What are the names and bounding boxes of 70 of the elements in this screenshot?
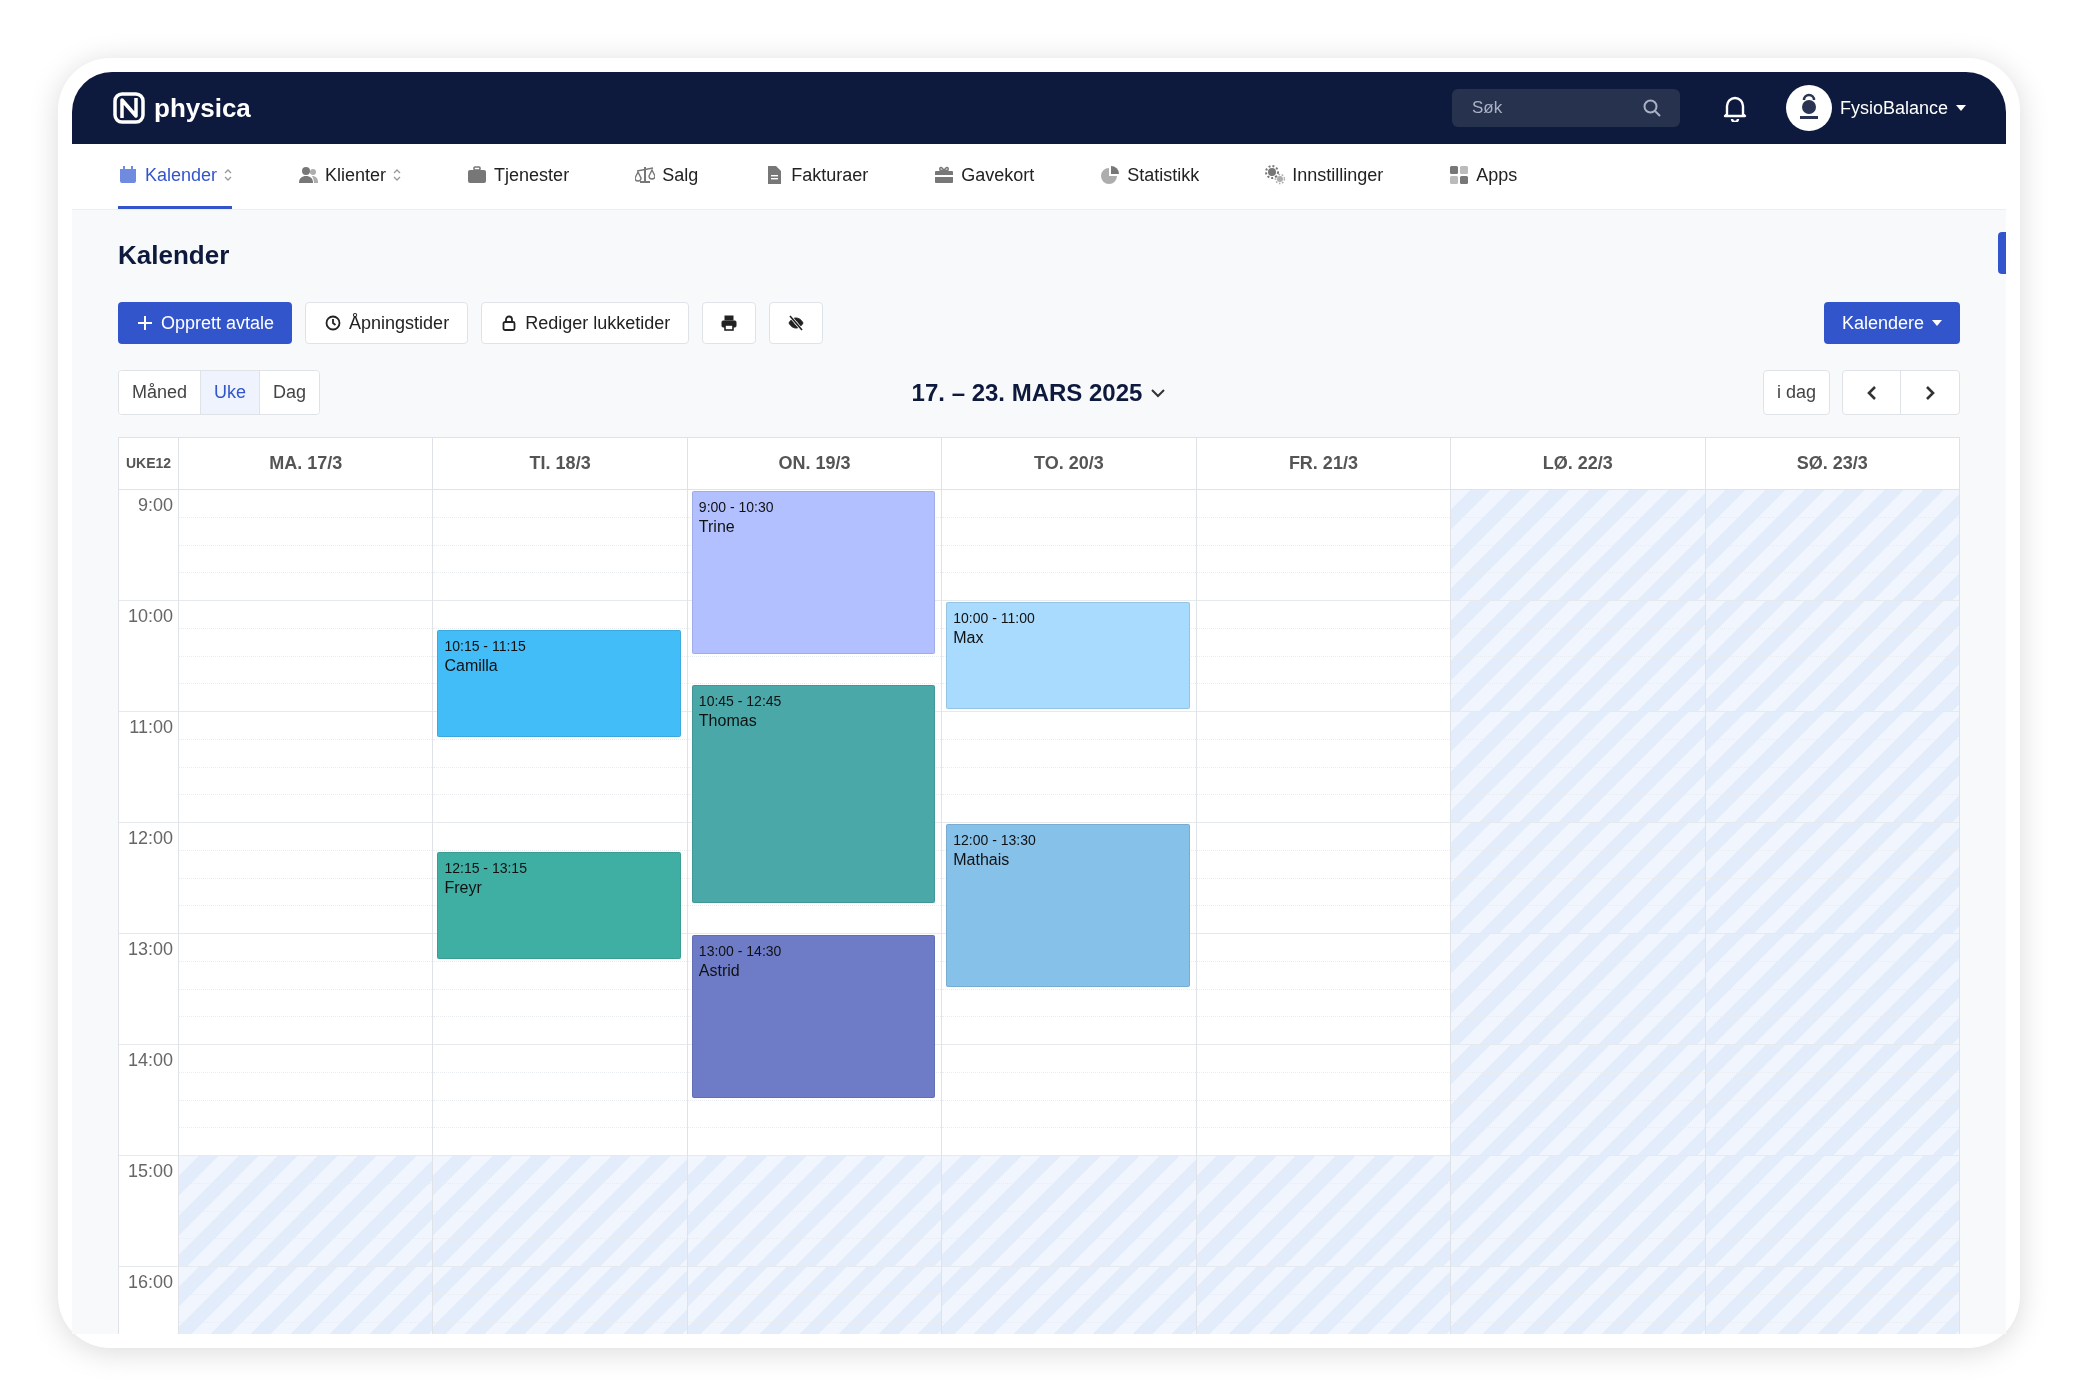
toolbar-button[interactable]: Rediger lukketider bbox=[481, 302, 690, 344]
chevron-right-icon bbox=[1925, 384, 1935, 401]
print-button[interactable] bbox=[702, 302, 757, 344]
calendar-icon bbox=[118, 165, 138, 185]
appointment[interactable]: 10:00 - 11:00 Max bbox=[946, 602, 1190, 709]
day-header: ON. 19/3 bbox=[687, 438, 943, 489]
nav-tab[interactable]: Tjenester bbox=[467, 144, 570, 209]
nav-tab[interactable]: Innstillinger bbox=[1265, 144, 1384, 209]
day-header: LØ. 22/3 bbox=[1451, 438, 1706, 489]
hour-label: 14:00 bbox=[127, 1049, 173, 1072]
clock-icon bbox=[324, 314, 343, 332]
search-field[interactable]: Søk bbox=[1451, 89, 1680, 127]
hour-label: 13:00 bbox=[127, 938, 173, 961]
sort-caret-icon bbox=[393, 169, 402, 181]
nav-tab[interactable]: Klienter bbox=[298, 144, 402, 209]
nav-tab[interactable]: Statistikk bbox=[1100, 144, 1200, 209]
eye-slash-icon bbox=[787, 314, 806, 332]
view-tab[interactable]: Dag bbox=[259, 371, 320, 414]
caret-icon bbox=[1956, 105, 1966, 111]
nav-tab[interactable]: Fakturaer bbox=[764, 144, 869, 209]
logo-icon bbox=[112, 91, 146, 125]
printer-icon bbox=[720, 314, 739, 332]
toolbar-button[interactable]: Opprett avtale bbox=[118, 302, 293, 344]
apps-icon bbox=[1449, 165, 1470, 185]
hour-label: 15:00 bbox=[127, 1160, 173, 1183]
plus-icon bbox=[136, 314, 154, 332]
appointment[interactable]: 10:15 - 11:15 Camilla bbox=[437, 629, 681, 737]
pie-chart-icon bbox=[1100, 165, 1121, 185]
day-header: TO. 20/3 bbox=[942, 438, 1197, 489]
appointment[interactable]: 9:00 - 10:30 Trine bbox=[691, 491, 936, 654]
caret-icon bbox=[1932, 320, 1942, 326]
page-title: Kalender bbox=[118, 239, 231, 272]
hour-label: 10:00 bbox=[127, 605, 173, 628]
gears-icon bbox=[1265, 165, 1286, 185]
scale-icon bbox=[635, 165, 656, 185]
hour-label: 11:00 bbox=[129, 716, 173, 739]
briefcase-icon bbox=[467, 165, 488, 185]
bell-icon[interactable] bbox=[1721, 94, 1748, 122]
appointment[interactable]: 10:45 - 12:45 Thomas bbox=[691, 685, 936, 904]
day-header: TI. 18/3 bbox=[433, 438, 688, 489]
nav-tab[interactable]: Apps bbox=[1449, 144, 1518, 209]
hide-button[interactable] bbox=[769, 302, 824, 344]
day-header: MA. 17/3 bbox=[179, 438, 434, 489]
appointment[interactable]: 13:00 - 14:30 Astrid bbox=[691, 935, 936, 1098]
calendars-button[interactable]: Kalendere bbox=[1823, 302, 1960, 344]
chevron-left-icon bbox=[1866, 384, 1877, 401]
appointment[interactable]: 12:00 - 13:30 Mathais bbox=[946, 824, 1190, 987]
day-header: FR. 21/3 bbox=[1196, 438, 1452, 489]
nav-tab[interactable]: Kalender bbox=[118, 144, 233, 209]
sort-caret-icon bbox=[224, 169, 233, 181]
nav-tab[interactable]: Salg bbox=[635, 144, 699, 209]
view-tab[interactable]: Uke bbox=[200, 371, 260, 414]
account-name[interactable]: FysioBalance bbox=[1839, 94, 1948, 122]
search-icon bbox=[1641, 98, 1662, 118]
week-number: UKE12 bbox=[119, 438, 179, 489]
today-button[interactable]: i dag bbox=[1762, 370, 1830, 415]
hour-label: 12:00 bbox=[127, 827, 173, 850]
toolbar-button[interactable]: Åpningstider bbox=[305, 302, 469, 344]
avatar-icon[interactable] bbox=[1785, 85, 1832, 131]
view-tab[interactable]: Måned bbox=[119, 371, 201, 414]
day-header: SØ. 23/3 bbox=[1795, 452, 1869, 475]
hour-label: 16:00 bbox=[127, 1271, 173, 1294]
date-range-picker[interactable]: 17. – 23. MARS 2025 bbox=[911, 374, 1167, 411]
gift-icon bbox=[934, 165, 955, 185]
chevron-down-icon bbox=[1150, 387, 1167, 398]
appointment[interactable]: 12:15 - 13:15 Freyr bbox=[437, 851, 681, 959]
hour-label: 9:00 bbox=[137, 494, 173, 517]
brand-name: physica bbox=[154, 91, 251, 125]
nav-tab[interactable]: Gavekort bbox=[934, 144, 1035, 209]
users-icon bbox=[298, 165, 319, 185]
